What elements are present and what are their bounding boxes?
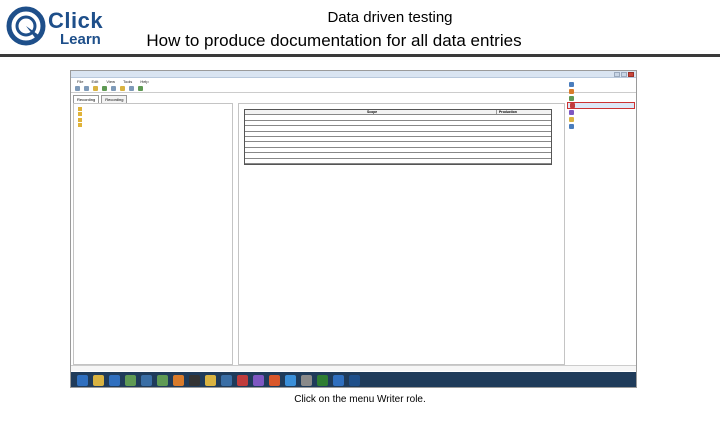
record-icon[interactable] <box>111 86 116 91</box>
app-icon[interactable] <box>141 375 152 386</box>
header-rule <box>0 54 720 57</box>
minimize-button[interactable] <box>614 72 620 77</box>
chart-icon[interactable] <box>125 375 136 386</box>
right-menu-item[interactable] <box>567 95 635 102</box>
menu-item-icon <box>569 124 574 129</box>
terminal-icon[interactable] <box>189 375 200 386</box>
back-icon[interactable] <box>75 86 80 91</box>
clicklearn-logo: Click Learn <box>6 6 103 48</box>
app2-icon[interactable] <box>221 375 232 386</box>
folder-icon[interactable] <box>205 375 216 386</box>
grid-header-cell: Scope <box>365 110 497 115</box>
data-grid: Scope Production <box>244 109 552 165</box>
maximize-button[interactable] <box>621 72 627 77</box>
right-menu-item[interactable] <box>567 116 635 123</box>
toolbar <box>71 85 636 93</box>
right-menu-item[interactable] <box>567 88 635 95</box>
table-row[interactable] <box>245 159 551 164</box>
windows-taskbar <box>71 372 636 387</box>
menu-item-icon <box>569 117 574 122</box>
menu-view[interactable]: View <box>106 79 115 84</box>
grid-header-cell: Production <box>499 110 517 115</box>
chrome-icon[interactable] <box>157 375 168 386</box>
tab-recording-2[interactable]: Recording <box>101 95 128 103</box>
right-menu-panel <box>567 81 635 141</box>
excel-icon[interactable] <box>317 375 328 386</box>
window-controls <box>614 72 634 77</box>
clicklearn-icon[interactable] <box>349 375 360 386</box>
explorer-icon[interactable] <box>93 375 104 386</box>
slide-caption: Click on the menu Writer role. <box>294 394 426 405</box>
folder-icon[interactable] <box>93 86 98 91</box>
forward-icon[interactable] <box>84 86 89 91</box>
ie-icon[interactable] <box>285 375 296 386</box>
clicklearn-logo-mark <box>6 6 46 46</box>
slide-subtitle: How to produce documentation for all dat… <box>146 31 522 50</box>
menu-tools[interactable]: Tools <box>123 79 132 84</box>
window-titlebar <box>71 71 636 78</box>
tab-row: Recording Recording <box>71 94 233 103</box>
tree-folder-icon <box>78 123 82 128</box>
word-icon[interactable] <box>333 375 344 386</box>
powerpoint-icon[interactable] <box>269 375 280 386</box>
publish-icon[interactable] <box>138 86 143 91</box>
menu-item-icon <box>569 96 574 101</box>
slide-title: Data driven testing <box>327 9 453 26</box>
play-icon[interactable] <box>102 86 107 91</box>
start-button[interactable] <box>77 375 88 386</box>
right-menu-item[interactable] <box>567 109 635 116</box>
outlook-icon[interactable] <box>109 375 120 386</box>
close-button[interactable] <box>628 72 634 77</box>
menu-item-icon <box>569 82 574 87</box>
settings-icon[interactable] <box>129 86 134 91</box>
tree-item[interactable] <box>78 123 228 129</box>
right-menu-item-writer-role[interactable] <box>567 102 635 109</box>
menu-file[interactable]: File <box>77 79 83 84</box>
firefox-icon[interactable] <box>173 375 184 386</box>
menu-item-icon <box>569 89 574 94</box>
vs-icon[interactable] <box>253 375 264 386</box>
status-bar <box>71 365 636 371</box>
data-grid-pane: Scope Production <box>238 103 565 365</box>
menu-edit[interactable]: Edit <box>91 79 98 84</box>
menu-help[interactable]: Help <box>140 79 148 84</box>
tool-icon[interactable] <box>301 375 312 386</box>
tree-folder-icon <box>78 112 82 117</box>
recording-tree-pane <box>73 103 233 365</box>
logo-word-learn: Learn <box>60 31 101 48</box>
menu-bar: File Edit View Tools Help <box>71 78 636 85</box>
edit-icon[interactable] <box>120 86 125 91</box>
media-icon[interactable] <box>237 375 248 386</box>
right-menu-item[interactable] <box>567 81 635 88</box>
menu-item-icon <box>570 103 575 108</box>
menu-item-icon <box>569 110 574 115</box>
application-screenshot: File Edit View Tools Help Recording Reco… <box>70 70 637 388</box>
tree-folder-icon <box>78 106 82 111</box>
tab-recording-1[interactable]: Recording <box>73 95 100 103</box>
right-menu-item[interactable] <box>567 123 635 130</box>
tree-folder-icon <box>78 117 82 122</box>
